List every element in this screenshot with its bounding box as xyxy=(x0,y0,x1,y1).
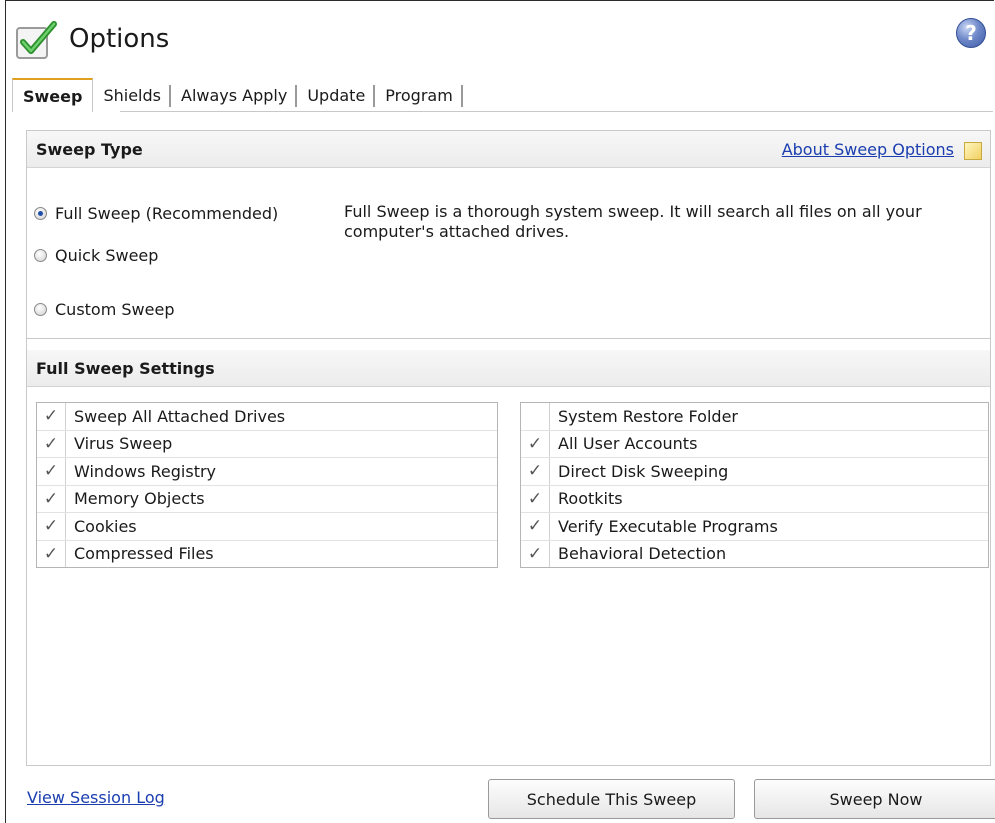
list-item-label: Direct Disk Sweeping xyxy=(558,461,729,481)
checkbox[interactable] xyxy=(521,403,550,430)
checkbox[interactable]: ✓ xyxy=(37,485,66,512)
checkbox[interactable]: ✓ xyxy=(521,540,550,567)
section-divider xyxy=(27,338,990,339)
sweep-now-button[interactable]: Sweep Now xyxy=(754,779,995,819)
note-icon[interactable] xyxy=(964,142,982,160)
list-item-label: Rootkits xyxy=(558,489,623,509)
radio-button[interactable] xyxy=(34,207,47,220)
list-item: ✓ Rootkits xyxy=(521,485,988,513)
checkbox[interactable]: ✓ xyxy=(521,458,550,485)
settings-list-left: ✓ Sweep All Attached Drives ✓ Virus Sweep … xyxy=(36,402,498,568)
list-item-label: Cookies xyxy=(74,516,137,536)
list-item: ✓ Verify Executable Programs xyxy=(521,513,988,541)
checkbox[interactable]: ✓ xyxy=(37,513,66,540)
checkbox[interactable]: ✓ xyxy=(521,485,550,512)
list-item: ✓ Cookies xyxy=(37,513,497,541)
checkbox[interactable]: ✓ xyxy=(37,430,66,457)
radio-label: Full Sweep (Recommended) xyxy=(55,204,279,223)
settings-header: Full Sweep Settings xyxy=(27,350,990,387)
about-sweep-options-link[interactable]: About Sweep Options xyxy=(782,140,954,159)
page-title: Options xyxy=(69,24,170,54)
list-item: ✓ All User Accounts xyxy=(521,430,988,458)
schedule-sweep-button[interactable]: Schedule This Sweep xyxy=(488,779,735,819)
list-item-label: Memory Objects xyxy=(74,489,205,509)
radio-button[interactable] xyxy=(34,303,47,316)
radio-label: Quick Sweep xyxy=(55,246,159,265)
tab-sweep[interactable]: Sweep xyxy=(12,78,94,112)
list-item: ✓ Compressed Files xyxy=(37,540,497,567)
list-item: ✓ Direct Disk Sweeping xyxy=(521,458,988,486)
settings-list-right: System Restore Folder ✓ All User Accounts… xyxy=(520,402,989,568)
checkbox[interactable]: ✓ xyxy=(521,430,550,457)
checkbox[interactable]: ✓ xyxy=(37,458,66,485)
sweep-description: Full Sweep is a thorough system sweep. I… xyxy=(344,202,922,241)
sweep-type-header: Sweep Type About Sweep Options xyxy=(27,131,990,168)
list-item: ✓ Virus Sweep xyxy=(37,430,497,458)
tab-bar: Sweep Shields Always Apply Update Progra… xyxy=(12,78,463,112)
list-item: System Restore Folder xyxy=(521,403,988,431)
checkbox[interactable]: ✓ xyxy=(37,540,66,567)
radio-quick-sweep[interactable]: Quick Sweep xyxy=(34,246,158,265)
list-item-label: Windows Registry xyxy=(74,461,217,481)
radio-full-sweep[interactable]: Full Sweep (Recommended) xyxy=(34,204,278,223)
radio-custom-sweep[interactable]: Custom Sweep xyxy=(34,300,174,319)
checkmark-icon xyxy=(16,21,57,59)
sweep-type-heading: Sweep Type xyxy=(36,139,143,159)
list-item-label: Behavioral Detection xyxy=(558,544,727,564)
list-item: ✓ Memory Objects xyxy=(37,485,497,513)
tab-shields[interactable]: Shields xyxy=(93,78,171,112)
list-item-label: Virus Sweep xyxy=(74,434,173,454)
tab-divider xyxy=(120,111,993,112)
list-item: ✓ Behavioral Detection xyxy=(521,540,988,567)
list-item-label: Sweep All Attached Drives xyxy=(74,406,286,426)
settings-heading: Full Sweep Settings xyxy=(36,358,215,378)
checkbox[interactable]: ✓ xyxy=(37,403,66,430)
list-item: ✓ Sweep All Attached Drives xyxy=(37,403,497,431)
list-item: ✓ Windows Registry xyxy=(37,458,497,486)
radio-label: Custom Sweep xyxy=(55,300,175,319)
list-item-label: Compressed Files xyxy=(74,544,214,564)
view-session-log-link[interactable]: View Session Log xyxy=(27,788,165,807)
checkbox[interactable]: ✓ xyxy=(521,513,550,540)
tab-update[interactable]: Update xyxy=(297,78,376,112)
tab-always-apply[interactable]: Always Apply xyxy=(171,78,298,112)
list-item-label: System Restore Folder xyxy=(558,406,738,426)
list-item-label: All User Accounts xyxy=(558,434,698,454)
help-icon[interactable]: ? xyxy=(956,18,986,48)
list-item-label: Verify Executable Programs xyxy=(558,516,778,536)
tab-program[interactable]: Program xyxy=(375,78,463,112)
radio-button[interactable] xyxy=(34,249,47,262)
